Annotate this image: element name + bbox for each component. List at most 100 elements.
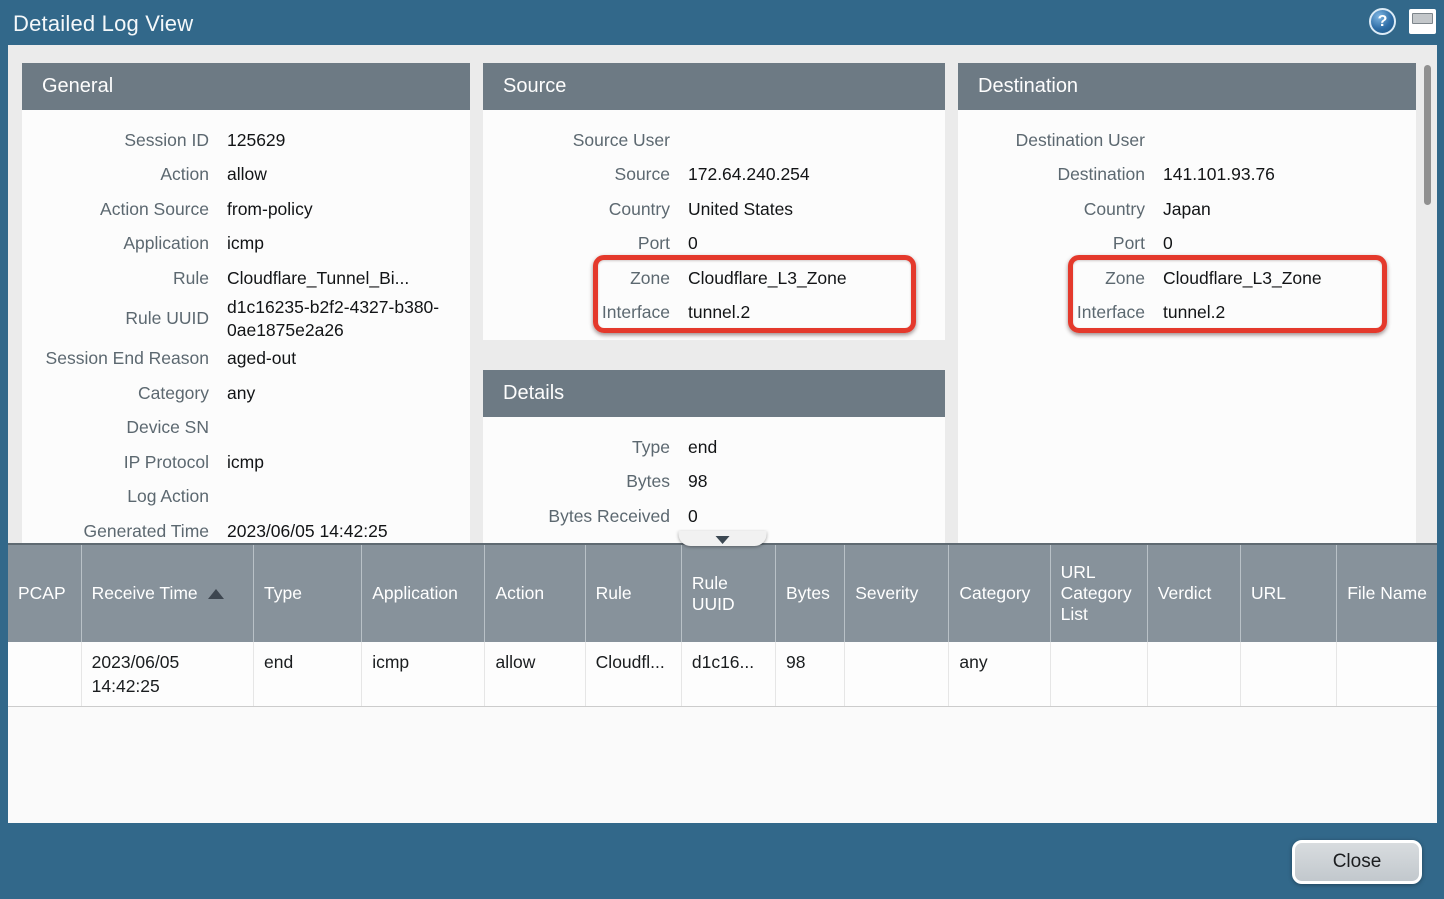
column-header-label: Application xyxy=(372,583,458,603)
column-header-label: Category xyxy=(959,583,1030,603)
title-bar: Detailed Log View ? xyxy=(0,0,1444,45)
column-header-label: URL xyxy=(1251,583,1286,603)
field-label: Log Action xyxy=(22,485,227,508)
field-row: Port0 xyxy=(483,227,945,262)
field-row: Destination141.101.93.76 xyxy=(958,158,1416,193)
field-label: Session End Reason xyxy=(22,347,227,370)
field-label: Type xyxy=(483,436,688,459)
field-label: Source xyxy=(483,163,688,186)
field-row: IP Protocolicmp xyxy=(22,445,470,480)
field-label: Port xyxy=(483,232,688,255)
field-row: Session ID125629 xyxy=(22,123,470,158)
collapse-handle[interactable] xyxy=(678,531,766,546)
column-header-severity[interactable]: Severity xyxy=(845,545,949,642)
field-label: Application xyxy=(22,232,227,255)
table-cell: icmp xyxy=(362,642,485,707)
table-header-row: PCAPReceive TimeTypeApplicationActionRul… xyxy=(8,545,1437,642)
field-label: Source User xyxy=(483,129,688,152)
column-header-label: Bytes xyxy=(786,583,830,603)
chevron-down-icon xyxy=(715,536,729,544)
column-header-url[interactable]: URL xyxy=(1241,545,1337,642)
field-value: any xyxy=(227,382,470,405)
source-panel-header: Source xyxy=(483,63,945,110)
details-panel-header: Details xyxy=(483,370,945,417)
log-table-region: PCAPReceive TimeTypeApplicationActionRul… xyxy=(8,543,1437,823)
column-header-category[interactable]: Category xyxy=(949,545,1050,642)
field-row: ZoneCloudflare_L3_Zone xyxy=(958,261,1416,296)
column-header-pcap[interactable]: PCAP xyxy=(8,545,81,642)
table-cell: 98 xyxy=(776,642,845,707)
field-label: Rule xyxy=(22,267,227,290)
field-row: Bytes98 xyxy=(483,465,945,500)
column-header-label: Verdict xyxy=(1158,583,1212,603)
field-value: from-policy xyxy=(227,198,470,221)
field-value: 98 xyxy=(688,470,945,493)
field-row: Source172.64.240.254 xyxy=(483,158,945,193)
field-label: IP Protocol xyxy=(22,451,227,474)
field-row: Generated Time2023/06/05 14:42:25 xyxy=(22,514,470,543)
column-header-label: PCAP xyxy=(18,583,66,603)
column-header-verdict[interactable]: Verdict xyxy=(1147,545,1240,642)
destination-panel: Destination Destination UserDestination1… xyxy=(958,63,1416,543)
field-row: Bytes Received0 xyxy=(483,499,945,534)
column-header-bytes[interactable]: Bytes xyxy=(776,545,845,642)
field-row: Typeend xyxy=(483,430,945,465)
column-header-url-category-list[interactable]: URL Category List xyxy=(1050,545,1147,642)
field-label: Zone xyxy=(958,267,1163,290)
field-label: Port xyxy=(958,232,1163,255)
field-label: Destination xyxy=(958,163,1163,186)
field-label: Interface xyxy=(483,301,688,324)
column-header-label: Rule UUID xyxy=(692,573,735,614)
vertical-scrollbar-thumb[interactable] xyxy=(1424,65,1431,205)
column-header-receive-time[interactable]: Receive Time xyxy=(81,545,253,642)
field-label: Generated Time xyxy=(22,520,227,543)
field-row: Action Sourcefrom-policy xyxy=(22,192,470,227)
field-label: Bytes xyxy=(483,470,688,493)
source-panel: Source Source UserSource172.64.240.254Co… xyxy=(483,63,945,340)
column-header-type[interactable]: Type xyxy=(254,545,362,642)
table-cell: any xyxy=(949,642,1050,707)
column-header-application[interactable]: Application xyxy=(362,545,485,642)
table-cell xyxy=(1337,642,1437,707)
field-value: icmp xyxy=(227,451,470,474)
field-label: Zone xyxy=(483,267,688,290)
window-icon[interactable] xyxy=(1409,9,1436,34)
field-row: Session End Reasonaged-out xyxy=(22,342,470,377)
column-header-rule-uuid[interactable]: Rule UUID xyxy=(681,545,775,642)
column-header-action[interactable]: Action xyxy=(485,545,585,642)
page-title: Detailed Log View xyxy=(13,11,193,37)
field-value: 141.101.93.76 xyxy=(1163,163,1416,186)
field-row: ZoneCloudflare_L3_Zone xyxy=(483,261,945,296)
field-value: Cloudflare_L3_Zone xyxy=(1163,267,1416,290)
help-icon[interactable]: ? xyxy=(1369,8,1396,35)
field-value: aged-out xyxy=(227,347,470,370)
field-row: Log Action xyxy=(22,480,470,515)
close-button[interactable]: Close xyxy=(1292,840,1422,884)
field-row: Rule UUIDd1c16235-b2f2-4327-b380-0ae1875… xyxy=(22,296,470,342)
field-label: Device SN xyxy=(22,416,227,439)
log-table: PCAPReceive TimeTypeApplicationActionRul… xyxy=(8,545,1437,707)
field-value: 0 xyxy=(688,505,945,528)
destination-highlighted-fields: ZoneCloudflare_L3_ZoneInterfacetunnel.2 xyxy=(958,261,1416,330)
log-detail-panels: General Session ID125629ActionallowActio… xyxy=(8,45,1437,543)
table-row[interactable]: 2023/06/05 14:42:25endicmpallowCloudfl..… xyxy=(8,642,1437,707)
field-row: Interfacetunnel.2 xyxy=(958,296,1416,331)
field-value: 125629 xyxy=(227,129,470,152)
dialog-content: General Session ID125629ActionallowActio… xyxy=(8,45,1437,823)
field-value: allow xyxy=(227,163,470,186)
field-row: Source User xyxy=(483,123,945,158)
column-header-label: File Name xyxy=(1347,583,1427,603)
field-label: Interface xyxy=(958,301,1163,324)
field-label: Bytes Received xyxy=(483,505,688,528)
field-value: 0 xyxy=(688,232,945,255)
field-row: Port0 xyxy=(958,227,1416,262)
column-header-file-name[interactable]: File Name xyxy=(1337,545,1437,642)
general-panel: General Session ID125629ActionallowActio… xyxy=(22,63,470,543)
field-value: United States xyxy=(688,198,945,221)
table-cell: end xyxy=(254,642,362,707)
table-cell xyxy=(1147,642,1240,707)
column-header-label: Type xyxy=(264,583,302,603)
column-header-rule[interactable]: Rule xyxy=(585,545,681,642)
field-row: Categoryany xyxy=(22,376,470,411)
window-inner-shape xyxy=(1412,13,1433,24)
